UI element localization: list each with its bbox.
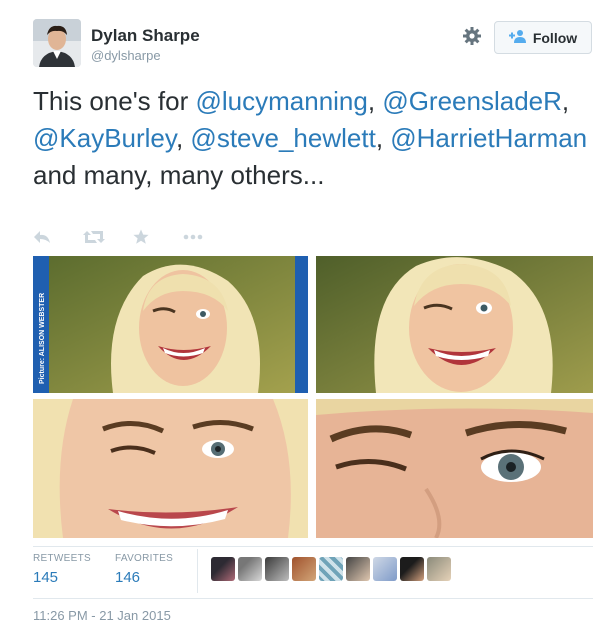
retweets-count: 145 bbox=[33, 569, 59, 586]
favoriter-avatar-8[interactable] bbox=[400, 557, 424, 581]
gear-icon[interactable] bbox=[460, 24, 484, 48]
favoriters-list bbox=[211, 557, 451, 581]
favoriter-avatar-7[interactable] bbox=[373, 557, 397, 581]
tweet-text-segment: This one's for bbox=[33, 86, 196, 116]
tweet-text-segment: , bbox=[561, 86, 570, 116]
retweet-icon[interactable] bbox=[83, 226, 133, 248]
favoriter-avatar-5[interactable] bbox=[319, 557, 343, 581]
retweets-stat[interactable]: RETWEETS 145 bbox=[33, 553, 91, 586]
tweet-timestamp[interactable]: 11:26 PM - 21 Jan 2015 bbox=[33, 608, 171, 623]
favoriter-avatar-3[interactable] bbox=[265, 557, 289, 581]
divider bbox=[33, 546, 593, 547]
add-user-icon bbox=[508, 29, 527, 46]
mention-link[interactable]: @HarrietHarman bbox=[390, 123, 587, 153]
tweet-text-segment: , bbox=[375, 123, 391, 153]
favorites-stat[interactable]: FAVORITES 146 bbox=[115, 553, 173, 586]
favoriter-avatar-1[interactable] bbox=[211, 557, 235, 581]
favorite-icon[interactable] bbox=[133, 226, 183, 248]
photo-full-wink[interactable]: Picture: ALISON WEBSTER bbox=[33, 256, 308, 393]
favorites-label: FAVORITES bbox=[115, 553, 174, 564]
reply-icon[interactable] bbox=[33, 226, 83, 248]
author-handle[interactable]: @dylsharpe bbox=[91, 48, 161, 63]
author-avatar[interactable] bbox=[33, 19, 81, 67]
tweet-text-segment: , bbox=[367, 86, 383, 116]
mention-link[interactable]: @steve_hewlett bbox=[190, 123, 375, 153]
photo-closeup-eye[interactable] bbox=[316, 399, 593, 538]
follow-button[interactable]: Follow bbox=[494, 21, 592, 54]
favorites-count: 146 bbox=[115, 569, 141, 586]
svg-text:Picture: ALISON WEBSTER: Picture: ALISON WEBSTER bbox=[39, 293, 46, 384]
photo-grid: Picture: ALISON WEBSTER bbox=[33, 256, 593, 538]
favoriter-avatar-6[interactable] bbox=[346, 557, 370, 581]
divider bbox=[33, 598, 593, 599]
more-icon[interactable] bbox=[183, 226, 233, 248]
retweets-label: RETWEETS bbox=[33, 553, 91, 564]
mention-link[interactable]: @GreensladeR bbox=[382, 86, 562, 116]
tweet-text: This one's for @lucymanning, @Greenslade… bbox=[33, 83, 593, 194]
photo-crop-wink[interactable] bbox=[316, 256, 593, 393]
photo-closeup-smile[interactable] bbox=[33, 399, 308, 538]
favoriter-avatar-4[interactable] bbox=[292, 557, 316, 581]
follow-label: Follow bbox=[532, 29, 578, 46]
favoriter-avatar-9[interactable] bbox=[427, 557, 451, 581]
tweet-text-segment: , bbox=[175, 123, 191, 153]
stats-separator bbox=[197, 549, 198, 593]
favoriter-avatar-2[interactable] bbox=[238, 557, 262, 581]
mention-link[interactable]: @lucymanning bbox=[195, 86, 367, 116]
tweet-text-segment: and many, many others... bbox=[33, 160, 325, 190]
mention-link[interactable]: @KayBurley bbox=[33, 123, 176, 153]
author-name[interactable]: Dylan Sharpe bbox=[91, 26, 200, 46]
photo-caption: Picture: ALISON WEBSTER bbox=[35, 266, 47, 386]
tweet-actions bbox=[33, 226, 233, 248]
